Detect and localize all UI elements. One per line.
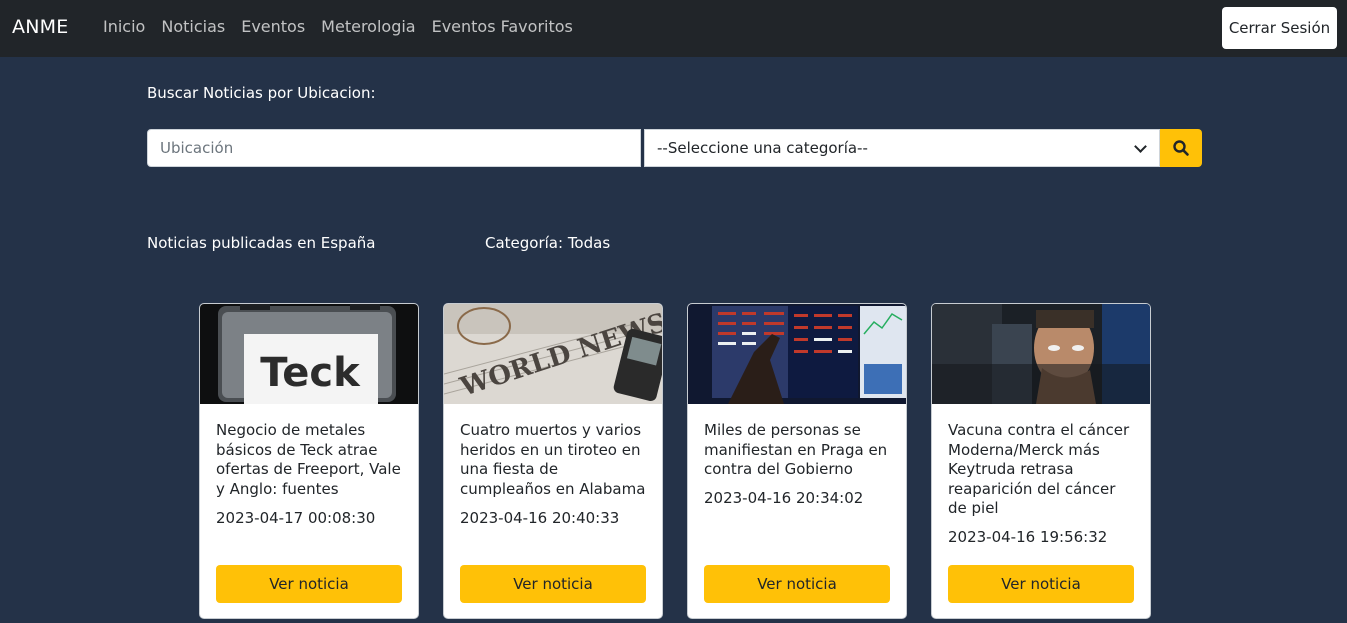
news-image	[688, 304, 906, 404]
news-title: Negocio de metales básicos de Teck atrae…	[216, 421, 401, 498]
news-image: WORLD NEWS	[444, 304, 662, 404]
news-date: 2023-04-16 20:40:33	[460, 509, 620, 527]
view-news-button[interactable]: Ver noticia	[216, 565, 402, 603]
svg-text:Teck: Teck	[260, 350, 361, 396]
news-date: 2023-04-17 00:08:30	[216, 509, 376, 527]
news-date: 2023-04-16 19:56:32	[948, 528, 1108, 546]
news-image	[932, 304, 1150, 404]
chevron-down-icon	[1134, 140, 1147, 153]
news-category-label: Categoría: Todas	[485, 234, 611, 252]
view-news-button[interactable]: Ver noticia	[704, 565, 890, 603]
view-news-button[interactable]: Ver noticia	[460, 565, 646, 603]
nav-links: Inicio Noticias Eventos Meterologia Even…	[103, 17, 589, 36]
search-title: Buscar Noticias por Ubicacion:	[147, 84, 376, 102]
news-card: Vacuna contra el cáncer Moderna/Merck má…	[931, 303, 1151, 619]
news-title: Cuatro muertos y varios heridos en un ti…	[460, 421, 646, 498]
news-card: WORLD NEWS Cuatro muertos y varios herid…	[443, 303, 663, 619]
news-date: 2023-04-16 20:34:02	[704, 489, 864, 507]
search-icon	[1173, 140, 1189, 156]
nav-link-eventos[interactable]: Eventos	[241, 17, 305, 36]
top-navbar: ANME Inicio Noticias Eventos Meterologia…	[0, 0, 1347, 57]
news-image: Teck	[200, 304, 418, 404]
category-select[interactable]: --Seleccione una categoría--	[644, 129, 1160, 167]
search-bar: --Seleccione una categoría--	[147, 129, 1202, 167]
category-selected-value: --Seleccione una categoría--	[657, 139, 868, 157]
news-card: Miles de personas se manifiestan en Prag…	[687, 303, 907, 619]
news-title: Miles de personas se manifiestan en Prag…	[704, 421, 888, 478]
news-title: Vacuna contra el cáncer Moderna/Merck má…	[948, 421, 1130, 517]
search-button[interactable]	[1160, 129, 1202, 167]
location-input[interactable]	[147, 129, 641, 167]
news-location-label: Noticias publicadas en España	[147, 234, 376, 252]
view-news-button[interactable]: Ver noticia	[948, 565, 1134, 603]
nav-link-inicio[interactable]: Inicio	[103, 17, 145, 36]
nav-link-eventos-favoritos[interactable]: Eventos Favoritos	[432, 17, 573, 36]
nav-link-noticias[interactable]: Noticias	[161, 17, 225, 36]
news-card: Teck Negocio de metales básicos de Teck …	[199, 303, 419, 619]
nav-link-meterologia[interactable]: Meterologia	[321, 17, 415, 36]
logout-button[interactable]: Cerrar Sesión	[1222, 7, 1337, 49]
brand-logo[interactable]: ANME	[12, 16, 68, 38]
